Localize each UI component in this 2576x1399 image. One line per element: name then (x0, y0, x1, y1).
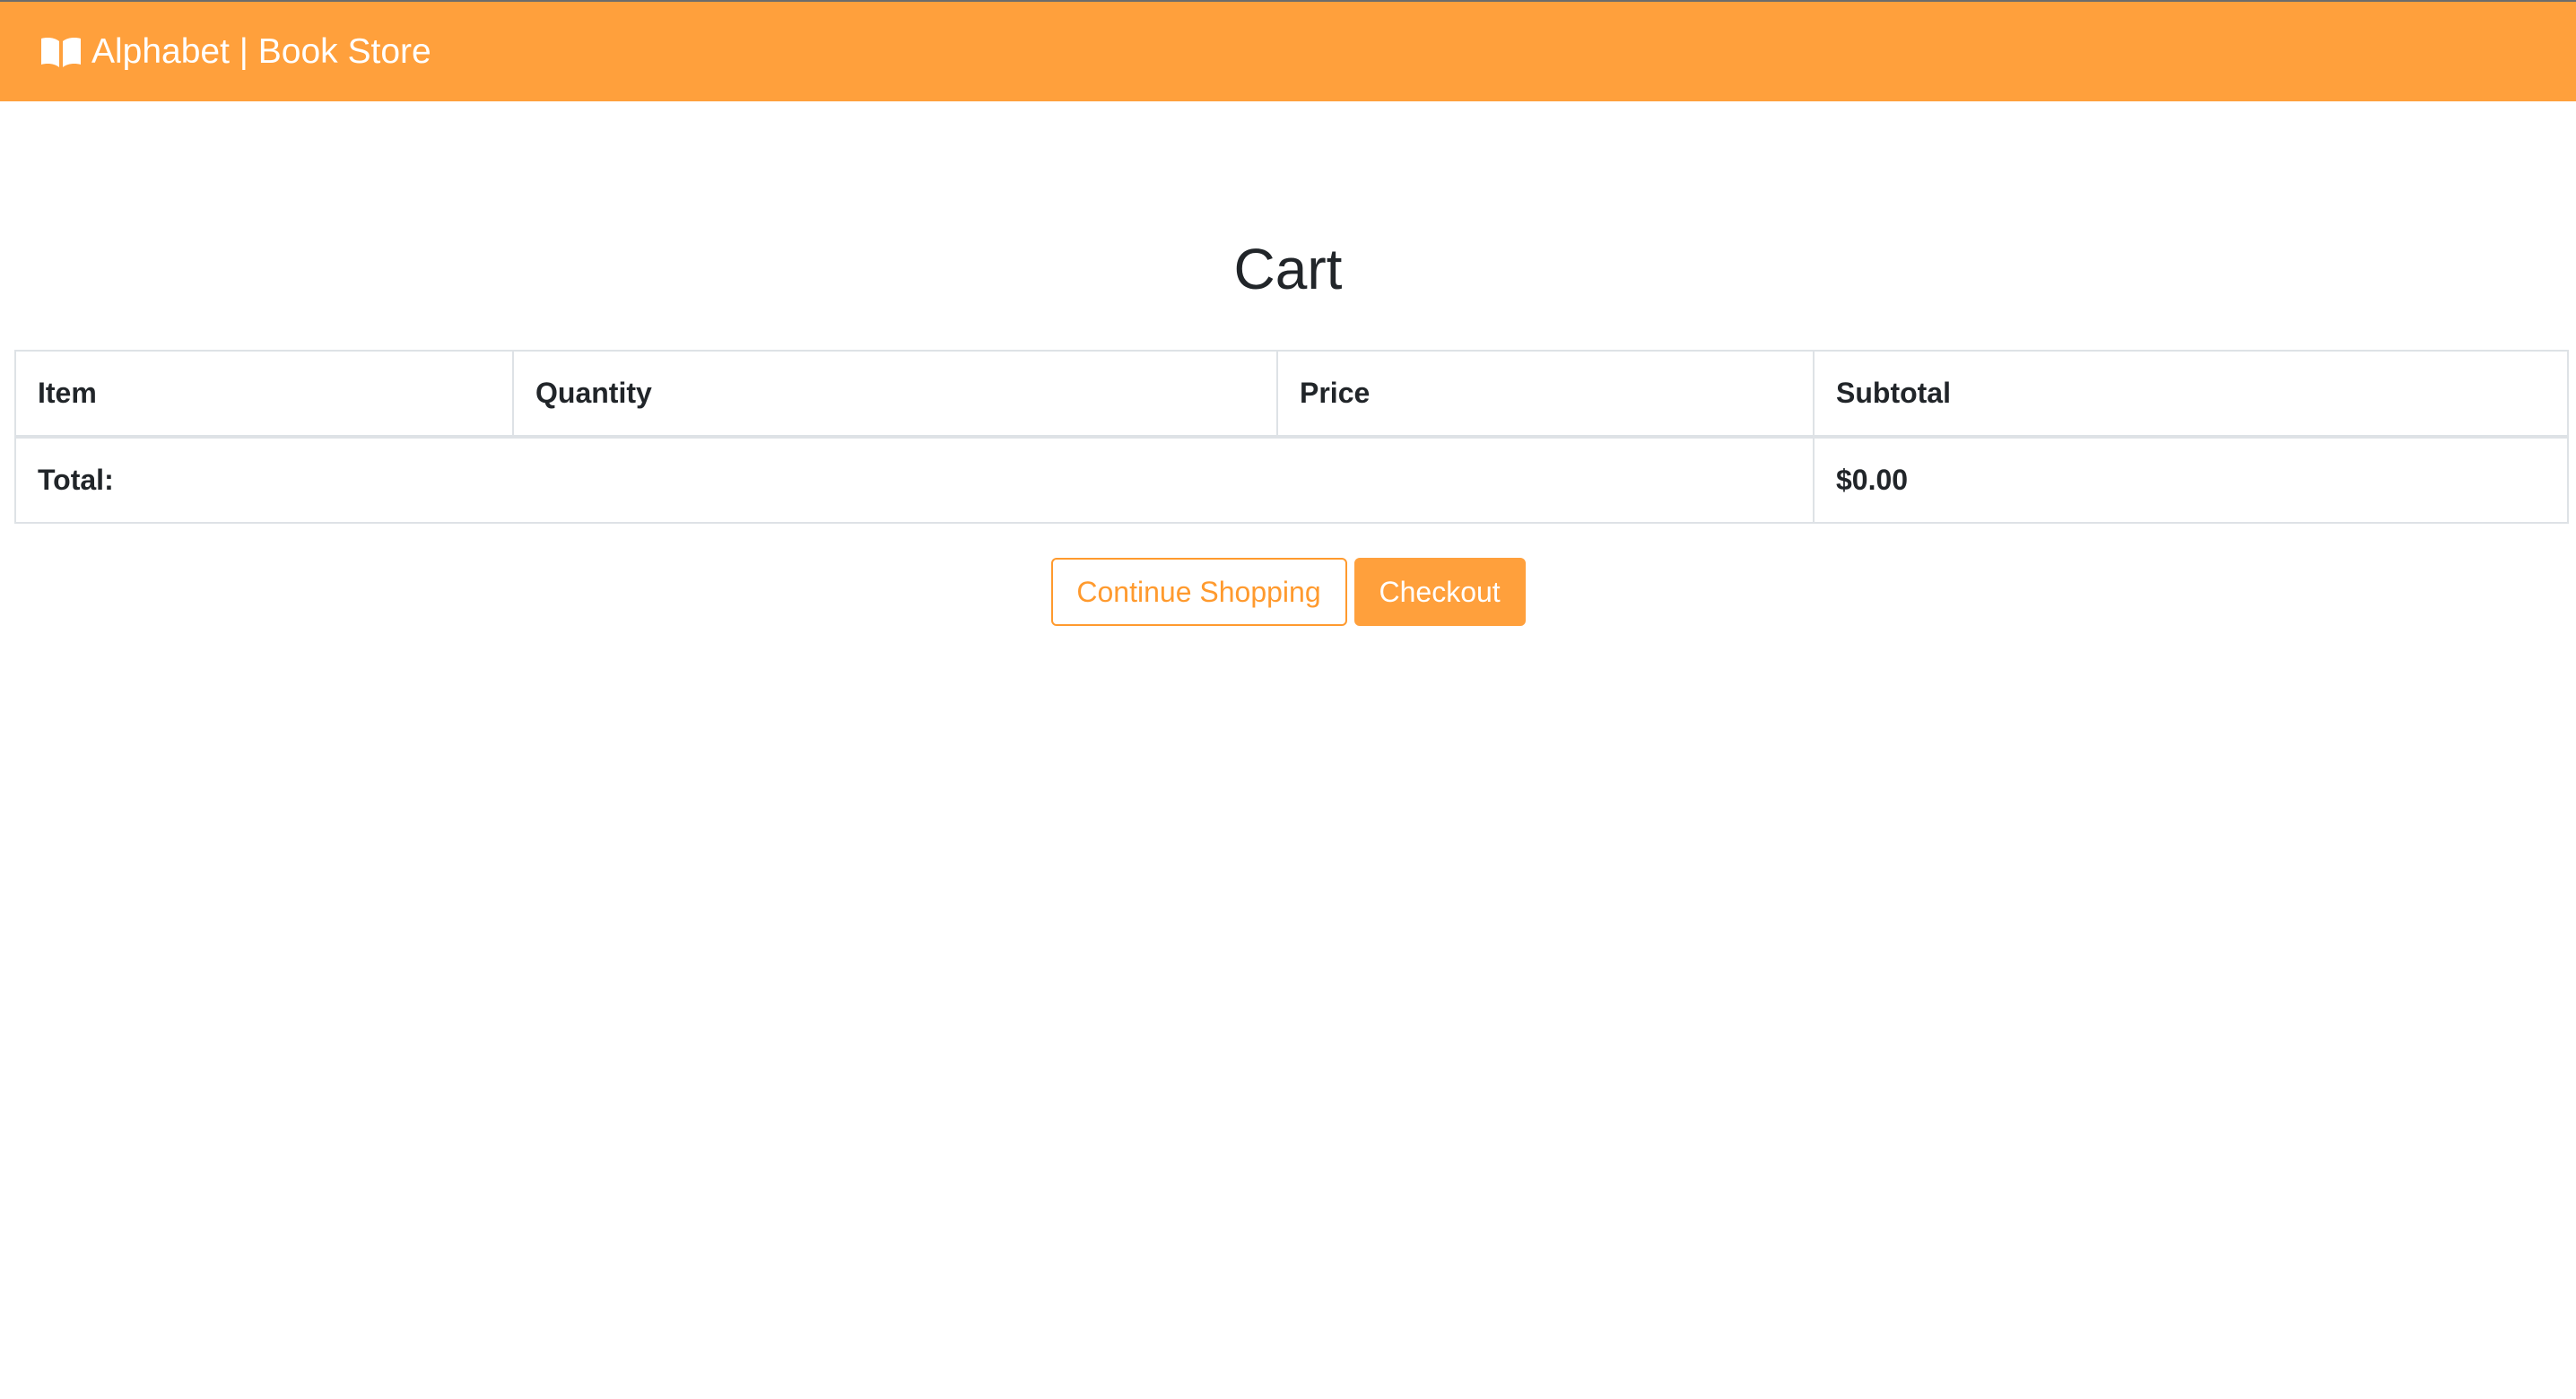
checkout-button[interactable]: Checkout (1353, 558, 1526, 626)
header-item: Item (14, 350, 514, 439)
cart-actions: Continue Shopping Checkout (0, 558, 2576, 626)
brand-link[interactable]: Alphabet | Book Store (39, 34, 431, 69)
table-header-row: Item Quantity Price Subtotal (14, 350, 2569, 439)
header-quantity: Quantity (512, 350, 1278, 439)
total-value: $0.00 (1813, 436, 2569, 524)
total-label: Total: (14, 436, 1815, 524)
open-book-icon (39, 36, 83, 68)
total-row: Total: $0.00 (14, 436, 2569, 524)
cart-table: Item Quantity Price Subtotal Total: $0.0… (14, 350, 2569, 524)
page-title: Cart (1233, 237, 1343, 301)
brand-text: Alphabet | Book Store (91, 32, 431, 71)
header-price: Price (1276, 350, 1815, 439)
continue-shopping-button[interactable]: Continue Shopping (1050, 558, 1347, 626)
navbar: Alphabet | Book Store (0, 2, 2576, 101)
header-subtotal: Subtotal (1813, 350, 2569, 439)
